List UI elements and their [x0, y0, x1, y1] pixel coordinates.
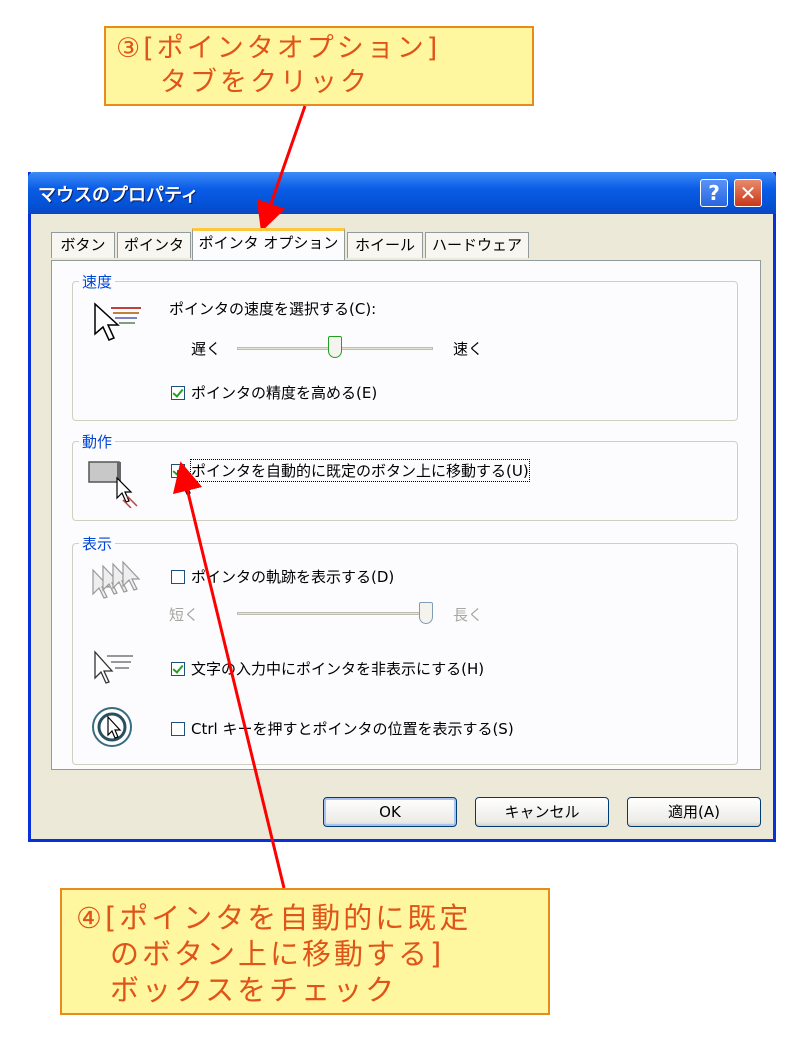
arrow-to-checkbox	[172, 461, 286, 889]
tab-pointer-options[interactable]: ポインタ オプション	[192, 228, 345, 260]
arrow-to-tab	[256, 105, 307, 233]
annotation-arrows	[172, 105, 307, 889]
